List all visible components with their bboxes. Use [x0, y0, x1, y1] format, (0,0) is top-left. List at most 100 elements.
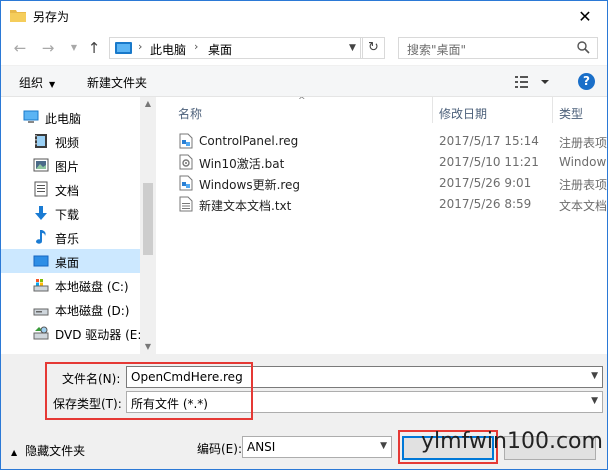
file-date: 2017/5/26 8:59	[439, 197, 532, 211]
view-list-icon	[515, 76, 528, 88]
reg-file-icon	[179, 133, 193, 149]
nav-scroll-thumb[interactable]	[143, 183, 153, 255]
pc-icon	[115, 42, 132, 54]
new-folder-button[interactable]: 新建文件夹	[87, 74, 147, 91]
drive-d-icon	[33, 308, 49, 316]
up-arrow-icon: ↑	[87, 39, 101, 57]
caret-down-icon: ▼	[49, 80, 56, 89]
encoding-select[interactable]: ANSI ▼	[242, 436, 392, 458]
nav-label: 图片	[55, 160, 80, 174]
desktop-icon	[33, 255, 49, 267]
nav-item-desktop[interactable]: 桌面	[1, 249, 140, 273]
nav-item-dvd[interactable]: DVD 驱动器 (E:)	[1, 321, 146, 345]
nav-item-pictures[interactable]: 图片	[1, 153, 140, 177]
nav-scrollbar[interactable]: ▲ ▼	[140, 97, 156, 354]
encoding-value: ANSI	[247, 440, 276, 454]
nav-label: 文档	[55, 184, 80, 198]
watermark-text: ylmfwin100.com	[421, 429, 603, 454]
folder-icon	[10, 10, 26, 22]
file-type: 注册表项	[559, 178, 607, 192]
txt-file-icon	[179, 196, 193, 212]
hide-folders-button[interactable]: ▲ 隐藏文件夹	[11, 442, 85, 459]
nav-item-downloads[interactable]: 下载	[1, 201, 140, 225]
video-icon	[35, 134, 47, 148]
file-type: 注册表项	[559, 136, 607, 150]
refresh-button[interactable]: ↻	[363, 37, 385, 59]
file-row[interactable]: ControlPanel.reg 2017/5/17 15:14 注册表项	[158, 131, 607, 152]
file-list: ^ 名称 修改日期 类型 ControlPanel.reg 2017/5/17 …	[158, 97, 607, 354]
file-name: Windows更新.reg	[199, 178, 301, 192]
breadcrumb-desktop[interactable]: 桌面	[208, 41, 232, 58]
file-date: 2017/5/26 9:01	[439, 176, 532, 190]
search-placeholder: 搜索"桌面"	[407, 43, 467, 57]
column-header-row: ^ 名称 修改日期 类型	[158, 97, 607, 125]
title-bar: 另存为 ✕	[1, 1, 607, 31]
bat-file-icon	[179, 154, 193, 170]
back-arrow-icon: ←	[13, 39, 27, 57]
document-icon	[34, 181, 48, 197]
back-button[interactable]: ←	[11, 39, 29, 57]
window-title: 另存为	[33, 10, 70, 24]
file-row[interactable]: 新建文本文档.txt 2017/5/26 8:59 文本文档	[158, 194, 607, 215]
help-button[interactable]: ?	[578, 73, 595, 90]
address-bar[interactable]: › 此电脑 › 桌面	[109, 37, 361, 59]
breadcrumb-this-pc[interactable]: 此电脑	[150, 41, 186, 58]
column-type-header[interactable]: 类型	[559, 105, 583, 122]
dvd-icon	[33, 326, 49, 340]
organize-button[interactable]: 组织 ▼	[19, 74, 55, 91]
scroll-down-icon[interactable]: ▼	[140, 340, 156, 354]
save-as-dialog: 另存为 ✕ ← → ▼ ↑ › 此电脑 › 桌面 ▼ ↻ 搜索"桌面" 组织 ▼…	[0, 0, 608, 470]
drive-c-icon	[33, 279, 49, 292]
nav-label: DVD 驱动器 (E:)	[55, 328, 147, 342]
file-date: 2017/5/10 11:21	[439, 155, 539, 169]
breadcrumb-separator-icon[interactable]: ›	[194, 40, 198, 53]
encoding-label: 编码(E):	[197, 442, 242, 456]
file-type: 文本文档	[559, 199, 607, 213]
search-input[interactable]: 搜索"桌面"	[398, 37, 598, 59]
file-name: 新建文本文档.txt	[199, 199, 292, 213]
nav-label: 音乐	[55, 232, 80, 246]
file-row[interactable]: Win10激活.bat 2017/5/10 11:21 Windows	[158, 152, 607, 173]
column-divider[interactable]	[552, 97, 553, 123]
nav-item-drive-d[interactable]: 本地磁盘 (D:)	[1, 297, 140, 321]
nav-item-drive-c[interactable]: 本地磁盘 (C:)	[1, 273, 140, 297]
file-row[interactable]: Windows更新.reg 2017/5/26 9:01 注册表项	[158, 173, 607, 194]
picture-icon	[33, 158, 49, 172]
column-name-header[interactable]: 名称	[178, 105, 202, 122]
forward-button[interactable]: →	[39, 39, 57, 57]
close-button[interactable]: ✕	[563, 1, 607, 31]
command-toolbar: 组织 ▼ 新建文件夹 ?	[1, 65, 607, 97]
file-name: Win10激活.bat	[199, 157, 285, 171]
column-divider[interactable]	[432, 97, 433, 123]
nav-label: 视频	[55, 136, 80, 150]
nav-item-this-pc[interactable]: 此电脑	[1, 105, 140, 129]
nav-item-videos[interactable]: 视频	[1, 129, 140, 153]
navigation-pane: 此电脑 视频 图片 文档 下载 音乐 桌面 本地磁盘 (C:) 本地磁盘 (D:…	[1, 97, 156, 354]
up-button[interactable]: ↑	[85, 39, 103, 57]
forward-arrow-icon: →	[41, 39, 55, 57]
column-date-header[interactable]: 修改日期	[439, 105, 487, 122]
sort-ascending-icon: ^	[298, 97, 306, 106]
nav-item-music[interactable]: 音乐	[1, 225, 140, 249]
nav-label: 本地磁盘 (C:)	[55, 280, 129, 294]
highlight-box	[45, 362, 253, 420]
nav-label: 本地磁盘 (D:)	[55, 304, 130, 318]
view-options-button[interactable]	[515, 74, 551, 90]
music-icon	[36, 230, 46, 244]
file-name: ControlPanel.reg	[199, 134, 299, 148]
download-icon	[35, 206, 47, 220]
refresh-icon: ↻	[368, 40, 379, 55]
file-date: 2017/5/17 15:14	[439, 134, 539, 148]
address-history-dropdown[interactable]: ▼	[343, 37, 363, 59]
scroll-up-icon[interactable]: ▲	[140, 97, 156, 111]
help-icon: ?	[583, 74, 590, 88]
search-icon[interactable]	[577, 41, 590, 54]
chevron-down-icon[interactable]: ▼	[591, 371, 598, 381]
organize-label: 组织	[19, 76, 44, 90]
nav-label: 桌面	[55, 256, 80, 270]
nav-item-documents[interactable]: 文档	[1, 177, 140, 201]
recent-locations-button[interactable]: ▼	[65, 39, 83, 57]
nav-label: 下载	[55, 208, 80, 222]
reg-file-icon	[179, 175, 193, 191]
breadcrumb-separator-icon[interactable]: ›	[138, 40, 142, 53]
